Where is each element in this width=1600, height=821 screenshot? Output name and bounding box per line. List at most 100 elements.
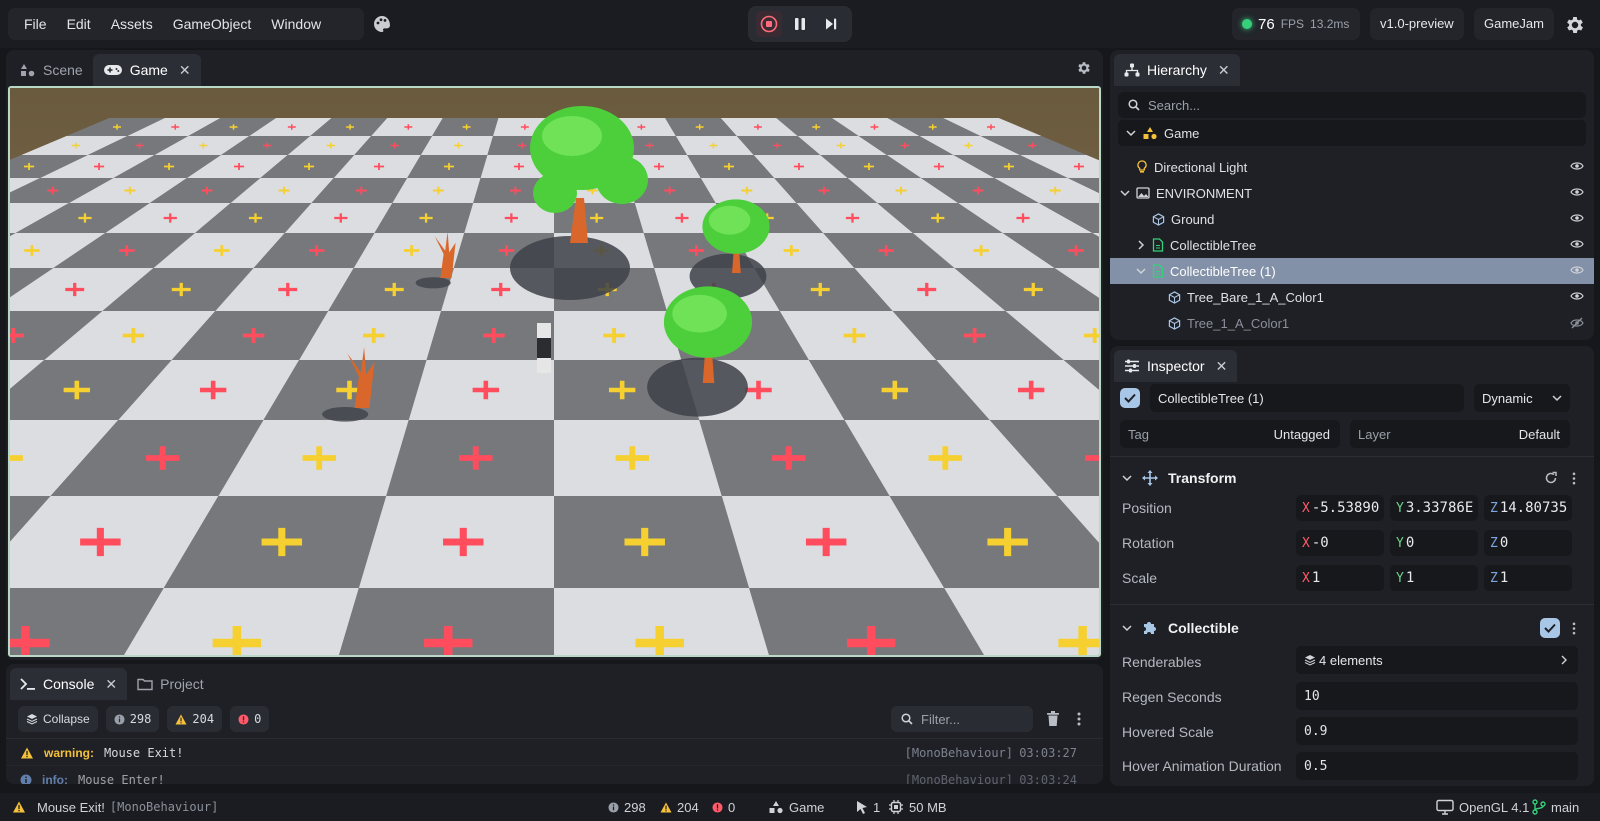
rotation-z-field[interactable]: Z0	[1484, 530, 1572, 556]
status-warning-count[interactable]: 204	[660, 793, 699, 821]
regen-seconds-input[interactable]: 10	[1296, 682, 1578, 710]
eye-icon[interactable]	[1570, 161, 1584, 171]
menu-edit[interactable]: Edit	[57, 8, 101, 40]
tab-hierarchy[interactable]: Hierarchy ✕	[1114, 54, 1240, 86]
body-type-value: Dynamic	[1482, 390, 1533, 406]
position-x-field[interactable]: X -5.53890	[1296, 495, 1384, 521]
status-message[interactable]: Mouse Exit! [MonoBehaviour]	[12, 793, 218, 821]
position-z-field[interactable]: Z 14.80735	[1484, 495, 1572, 521]
pause-button[interactable]	[787, 11, 813, 37]
hierarchy-item[interactable]: Directional Light	[1110, 154, 1594, 180]
info-filter-button[interactable]: 298	[105, 706, 160, 732]
reset-icon[interactable]	[1544, 471, 1558, 485]
log-row[interactable]: info: Mouse Enter! [MonoBehaviour] 03:03…	[6, 765, 1103, 784]
hovered-scale-input[interactable]: 0.9	[1296, 717, 1578, 745]
tab-inspector[interactable]: Inspector ✕	[1114, 350, 1238, 382]
menu-file[interactable]: File	[14, 8, 57, 40]
project-chip[interactable]: GameJam	[1474, 8, 1554, 40]
chevron-right-icon[interactable]	[1134, 240, 1148, 250]
active-checkbox[interactable]	[1120, 388, 1140, 408]
log-row[interactable]: warning: Mouse Exit! [MonoBehaviour] 03:…	[6, 738, 1103, 766]
position-x-value: -5.53890	[1311, 500, 1380, 516]
step-button[interactable]	[818, 11, 844, 37]
menu-window[interactable]: Window	[261, 8, 331, 40]
menu-gameobject[interactable]: GameObject	[163, 8, 262, 40]
renderables-value-wrap: 4 elements	[1304, 653, 1383, 668]
more-vertical-icon[interactable]	[1572, 622, 1576, 635]
inspector-tab-row: Inspector ✕	[1110, 346, 1594, 382]
tab-game[interactable]: Game ✕	[92, 54, 201, 86]
collectible-section-header[interactable]: Collectible	[1110, 612, 1594, 644]
more-vertical-icon[interactable]	[1572, 472, 1576, 485]
error-count: 0	[254, 712, 262, 726]
tab-scene[interactable]: Scene	[10, 54, 93, 86]
chevron-down-icon[interactable]	[1122, 474, 1132, 482]
more-vertical-icon[interactable]	[1071, 711, 1087, 727]
close-icon[interactable]: ✕	[1216, 358, 1228, 375]
hierarchy-item[interactable]: CollectibleTree (1)	[1110, 258, 1594, 284]
hierarchy-search-input[interactable]: Search...	[1118, 92, 1586, 118]
hierarchy-item[interactable]: ENVIRONMENT	[1110, 180, 1594, 206]
eye-off-icon[interactable]	[1570, 317, 1584, 329]
puzzle-icon	[1142, 620, 1158, 636]
trash-icon[interactable]	[1045, 711, 1061, 727]
error-filter-button[interactable]: 0	[230, 706, 270, 732]
close-icon[interactable]: ✕	[1218, 62, 1230, 79]
divider	[1110, 456, 1594, 457]
status-error-count[interactable]: 0	[712, 793, 735, 821]
chevron-down-icon[interactable]	[1122, 624, 1132, 632]
body-type-select[interactable]: Dynamic	[1474, 384, 1570, 412]
version-chip[interactable]: v1.0-preview	[1370, 8, 1464, 40]
rotation-y-field[interactable]: Y0	[1390, 530, 1478, 556]
position-y-field[interactable]: Y 3.33786E	[1390, 495, 1478, 521]
console-filter-input[interactable]: Filter...	[891, 706, 1033, 732]
eye-icon[interactable]	[1570, 265, 1584, 275]
divider	[1110, 604, 1594, 605]
stop-button[interactable]	[756, 11, 783, 37]
chevron-down-icon[interactable]	[1124, 129, 1138, 137]
status-info-count[interactable]: 298	[608, 793, 646, 821]
hover-animation-duration-input[interactable]: 0.5	[1296, 752, 1578, 780]
scale-z-field[interactable]: Z1	[1484, 565, 1572, 591]
eye-icon[interactable]	[1570, 213, 1584, 223]
tag-select[interactable]: Tag Untagged	[1120, 420, 1340, 448]
collapse-button[interactable]: Collapse	[18, 706, 98, 732]
viewport-gear-icon[interactable]	[1075, 59, 1093, 77]
hierarchy-item[interactable]: Tree_1_A_Color1	[1110, 310, 1594, 336]
chevron-down-icon[interactable]	[1134, 267, 1148, 275]
hierarchy-item[interactable]: Ground	[1110, 206, 1594, 232]
status-branch-name: main	[1551, 799, 1580, 815]
object-name-input[interactable]: CollectibleTree (1)	[1150, 384, 1464, 412]
eye-icon[interactable]	[1570, 239, 1584, 249]
hierarchy-item-label: ENVIRONMENT	[1156, 185, 1253, 201]
check-icon	[1124, 393, 1136, 403]
collectible-enabled-checkbox[interactable]	[1540, 618, 1560, 638]
tab-project[interactable]: Project	[127, 668, 214, 700]
status-scene[interactable]: Game	[768, 793, 824, 821]
layer-value: Default	[1518, 426, 1560, 442]
hierarchy-item[interactable]: Tree_Bare_1_A_Color1	[1110, 284, 1594, 310]
settings-gear-icon[interactable]	[1564, 14, 1586, 36]
close-icon[interactable]: ✕	[105, 676, 117, 693]
warning-filter-button[interactable]: 204	[167, 706, 223, 732]
chevron-down-icon[interactable]	[1118, 189, 1132, 197]
layer-select[interactable]: Layer Default	[1350, 420, 1570, 448]
scale-y-field[interactable]: Y1	[1390, 565, 1478, 591]
shapes-icon	[1142, 126, 1158, 140]
hierarchy-root[interactable]: Game	[1118, 120, 1586, 146]
game-viewport[interactable]	[8, 86, 1101, 657]
scale-x-field[interactable]: X1	[1296, 565, 1384, 591]
hierarchy-item-label: Ground	[1171, 211, 1215, 227]
eye-icon[interactable]	[1570, 291, 1584, 301]
renderables-field[interactable]: 4 elements	[1296, 646, 1578, 674]
tab-console[interactable]: Console ✕	[10, 668, 128, 700]
menu-assets[interactable]: Assets	[101, 8, 163, 40]
status-branch[interactable]: main	[1532, 793, 1579, 821]
close-icon[interactable]: ✕	[179, 62, 191, 79]
rotation-x-field[interactable]: X -0	[1296, 530, 1384, 556]
rotation-label: Rotation	[1122, 535, 1175, 551]
palette-icon[interactable]	[372, 14, 392, 34]
eye-icon[interactable]	[1570, 187, 1584, 197]
transform-section-header[interactable]: Transform	[1110, 462, 1594, 494]
hierarchy-item[interactable]: CollectibleTree	[1110, 232, 1594, 258]
